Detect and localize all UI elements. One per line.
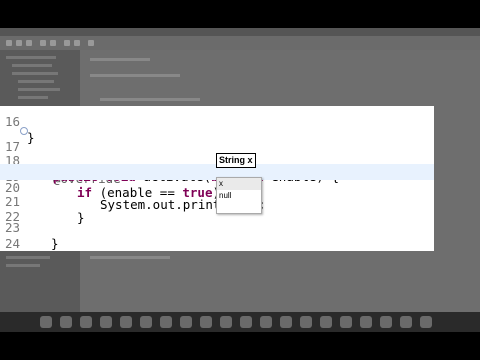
dock-app-icon[interactable] (180, 316, 192, 328)
dock-app-icon[interactable] (60, 316, 72, 328)
toolbar-icon[interactable] (16, 40, 22, 46)
completion-item[interactable]: x (217, 178, 261, 190)
content-assist-popup[interactable]: x null (216, 177, 262, 214)
blurred-code-line (100, 98, 200, 101)
toolbar-icon[interactable] (40, 40, 46, 46)
dock-app-icon[interactable] (320, 316, 332, 328)
dock-app-icon[interactable] (360, 316, 372, 328)
tree-item[interactable] (6, 56, 56, 59)
blurred-code-line (90, 74, 180, 77)
line-number: 25 (0, 248, 20, 251)
letterbox-bottom (0, 332, 480, 360)
video-frame: 16 } 17 @Override 18 public void activat… (0, 0, 480, 360)
toolbar-icon[interactable] (6, 40, 12, 46)
dock-app-icon[interactable] (260, 316, 272, 328)
dock (0, 312, 480, 332)
code-line-25: 25 } (0, 232, 434, 251)
tree-item[interactable] (12, 64, 52, 67)
dock-app-icon[interactable] (120, 316, 132, 328)
toolbar-icon[interactable] (88, 40, 94, 46)
letterbox-top (0, 0, 480, 28)
toolbar-icon[interactable] (64, 40, 70, 46)
dock-app-icon[interactable] (80, 316, 92, 328)
code-line-16: 16 } (0, 106, 434, 145)
dock-app-icon[interactable] (340, 316, 352, 328)
blurred-code-line (90, 58, 150, 61)
tree-item[interactable] (12, 72, 58, 75)
dock-app-icon[interactable] (220, 316, 232, 328)
toolbar-icon[interactable] (74, 40, 80, 46)
code-line-18: 18 public void activate(boolean enable) … (0, 137, 434, 184)
toolbar-icon[interactable] (26, 40, 32, 46)
parameter-hint-tooltip: String x (216, 153, 256, 168)
dock-app-icon[interactable] (300, 316, 312, 328)
tree-item[interactable] (18, 80, 54, 83)
tree-item[interactable] (6, 264, 40, 267)
dock-app-icon[interactable] (160, 316, 172, 328)
toolbar (0, 36, 480, 50)
dock-app-icon[interactable] (200, 316, 212, 328)
tree-item[interactable] (6, 256, 50, 259)
dock-app-icon[interactable] (400, 316, 412, 328)
dock-app-icon[interactable] (380, 316, 392, 328)
fold-marker-icon[interactable] (20, 127, 28, 135)
dock-app-icon[interactable] (100, 316, 112, 328)
dock-app-icon[interactable] (420, 316, 432, 328)
tree-item[interactable] (18, 96, 48, 99)
tree-item[interactable] (18, 88, 60, 91)
dock-app-icon[interactable] (280, 316, 292, 328)
blurred-code-line (90, 256, 170, 259)
dock-app-icon[interactable] (40, 316, 52, 328)
dock-app-icon[interactable] (240, 316, 252, 328)
dock-app-icon[interactable] (140, 316, 152, 328)
completion-item[interactable]: null (217, 190, 261, 202)
toolbar-icon[interactable] (50, 40, 56, 46)
menu-bar (0, 28, 480, 36)
